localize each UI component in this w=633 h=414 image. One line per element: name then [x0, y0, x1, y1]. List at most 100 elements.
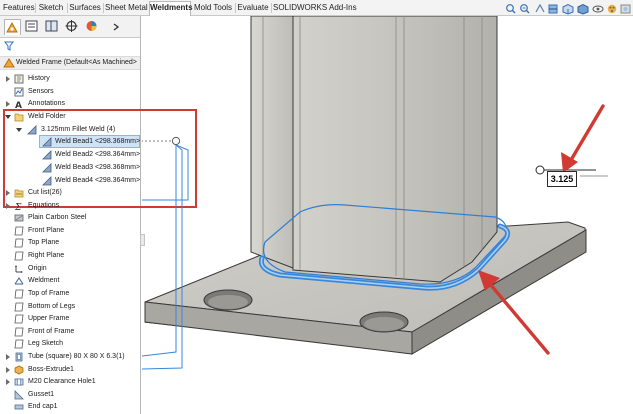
- tab-mold-tools[interactable]: Mold Tools: [193, 2, 233, 15]
- end-cap-icon: [14, 404, 24, 410]
- origin-icon: [15, 265, 23, 273]
- tree-label: Front of Frame: [28, 328, 75, 335]
- tree-label: Bottom of Legs: [28, 303, 76, 310]
- edit-appearance-icon[interactable]: [607, 4, 617, 14]
- dimxpert-icon: [65, 20, 78, 32]
- property-manager-tab[interactable]: [24, 19, 41, 35]
- plane-icon: [14, 289, 24, 299]
- equations-icon: Σ: [14, 203, 22, 211]
- tree-label: Right Plane: [28, 252, 65, 259]
- tab-surfaces[interactable]: Surfaces: [69, 2, 101, 15]
- filter-icon[interactable]: [4, 41, 14, 51]
- tree-item-top-of-frame[interactable]: Top of Frame: [0, 288, 140, 300]
- tree-label: Boss-Extrude1: [28, 366, 74, 373]
- configuration-manager-tab[interactable]: [44, 19, 61, 35]
- expand-arrow-icon[interactable]: [5, 101, 11, 107]
- panel-tabs-scroll-button[interactable]: [111, 21, 121, 33]
- expand-arrow-icon[interactable]: [5, 203, 11, 209]
- display-style-icon[interactable]: [577, 3, 589, 15]
- tree-item-material[interactable]: Plain Carbon Steel: [0, 212, 140, 224]
- tree-label: Origin: [28, 265, 47, 272]
- tree-item-equations[interactable]: Σ Equations: [0, 200, 140, 212]
- tab-separator: [67, 3, 68, 13]
- tab-solidworks-addins[interactable]: SOLIDWORKS Add-Ins: [273, 2, 357, 15]
- tree-label: Top of Frame: [28, 290, 70, 297]
- structural-member-icon: [15, 352, 23, 362]
- tree-item-clearance-hole[interactable]: M20 Clearance Hole1: [0, 376, 140, 388]
- weld-size-label[interactable]: 3.125: [547, 171, 577, 187]
- plane-icon: [14, 327, 24, 337]
- tab-separator: [271, 3, 272, 13]
- tree-label: History: [28, 75, 50, 82]
- zoom-to-fit-icon[interactable]: [506, 4, 516, 14]
- tree-item-right-plane[interactable]: Right Plane: [0, 250, 140, 262]
- graphics-viewport[interactable]: [142, 16, 633, 414]
- configuration-manager-icon: [45, 20, 58, 32]
- tree-label: End cap1: [28, 403, 58, 410]
- previous-view-icon[interactable]: [535, 3, 545, 13]
- expand-arrow-icon[interactable]: [5, 367, 11, 373]
- selection-leader-line: [142, 136, 189, 370]
- tab-separator: [103, 3, 104, 13]
- feature-tree-icon: [6, 21, 18, 33]
- part-root-node[interactable]: Welded Frame (Default<As Machined>: [0, 56, 140, 70]
- tree-item-front-of-frame[interactable]: Front of Frame: [0, 326, 140, 338]
- tree-item-front-plane[interactable]: Front Plane: [0, 225, 140, 237]
- tree-label: M20 Clearance Hole1: [28, 378, 96, 385]
- tab-weldments[interactable]: Weldments: [149, 1, 193, 16]
- tab-evaluate[interactable]: Evaluate: [237, 2, 269, 15]
- plane-icon: [14, 302, 24, 312]
- display-manager-tab[interactable]: [84, 19, 101, 35]
- clearance-hole-right[interactable]: [359, 311, 409, 333]
- sketch-icon: [14, 339, 24, 349]
- plane-icon: [14, 238, 24, 248]
- tree-item-top-plane[interactable]: Top Plane: [0, 237, 140, 249]
- tree-item-leg-sketch[interactable]: Leg Sketch: [0, 338, 140, 350]
- tree-item-bottom-of-legs[interactable]: Bottom of Legs: [0, 301, 140, 313]
- tree-label: Tube (square) 80 X 80 X 6.3(1): [28, 353, 125, 360]
- hole-wizard-icon: [14, 378, 24, 386]
- tree-label: Gusset1: [28, 391, 55, 398]
- section-view-icon[interactable]: [548, 4, 558, 14]
- tree-item-end-cap[interactable]: End cap1: [0, 401, 140, 413]
- zoom-to-area-icon[interactable]: [520, 4, 530, 14]
- tab-separator: [35, 3, 36, 13]
- tree-item-weldment[interactable]: Weldment: [0, 275, 140, 287]
- callout-arrow-upper: [561, 104, 605, 173]
- expand-arrow-icon[interactable]: [5, 76, 11, 82]
- tree-label: Sensors: [28, 88, 54, 95]
- tree-label: Leg Sketch: [28, 340, 64, 347]
- annotations-icon: A: [15, 101, 22, 109]
- tree-label: Weldment: [28, 277, 60, 284]
- square-tube[interactable]: [250, 16, 498, 283]
- feature-manager-tab[interactable]: [4, 19, 21, 35]
- tab-sketch[interactable]: Sketch: [37, 2, 65, 15]
- tree-item-boss-extrude[interactable]: Boss-Extrude1: [0, 364, 140, 376]
- tab-separator: [235, 3, 236, 13]
- tree-item-tube[interactable]: Tube (square) 80 X 80 X 6.3(1): [0, 351, 140, 363]
- tab-sheet-metal[interactable]: Sheet Metal: [105, 2, 148, 15]
- sketch-icon: [14, 314, 24, 324]
- tree-label: Plain Carbon Steel: [28, 214, 87, 221]
- part-icon: [3, 58, 15, 68]
- tree-item-upper-frame[interactable]: Upper Frame: [0, 313, 140, 325]
- tree-item-gusset[interactable]: Gusset1: [0, 389, 140, 401]
- panel-tabs: [0, 16, 140, 38]
- dimxpert-manager-tab[interactable]: [64, 19, 81, 35]
- apply-scene-icon[interactable]: [620, 4, 631, 14]
- expand-arrow-icon[interactable]: [5, 379, 11, 385]
- tree-item-sensors[interactable]: Sensors: [0, 86, 140, 98]
- svg-text:Σ: Σ: [14, 203, 22, 211]
- hide-show-items-icon[interactable]: [592, 5, 604, 13]
- tree-item-history[interactable]: History: [0, 73, 140, 85]
- clearance-hole-left[interactable]: [203, 289, 253, 311]
- view-orientation-icon[interactable]: [562, 3, 574, 15]
- material-icon: [14, 214, 24, 222]
- tree-item-origin[interactable]: Origin: [0, 263, 140, 275]
- chevron-right-icon: [113, 23, 120, 31]
- tree-label: Equations: [28, 202, 60, 209]
- expand-arrow-icon[interactable]: [5, 354, 11, 360]
- tab-features[interactable]: Features: [3, 2, 35, 15]
- part-name: Welded Frame (Default<As Machined>: [16, 59, 137, 66]
- gusset-icon: [14, 390, 24, 400]
